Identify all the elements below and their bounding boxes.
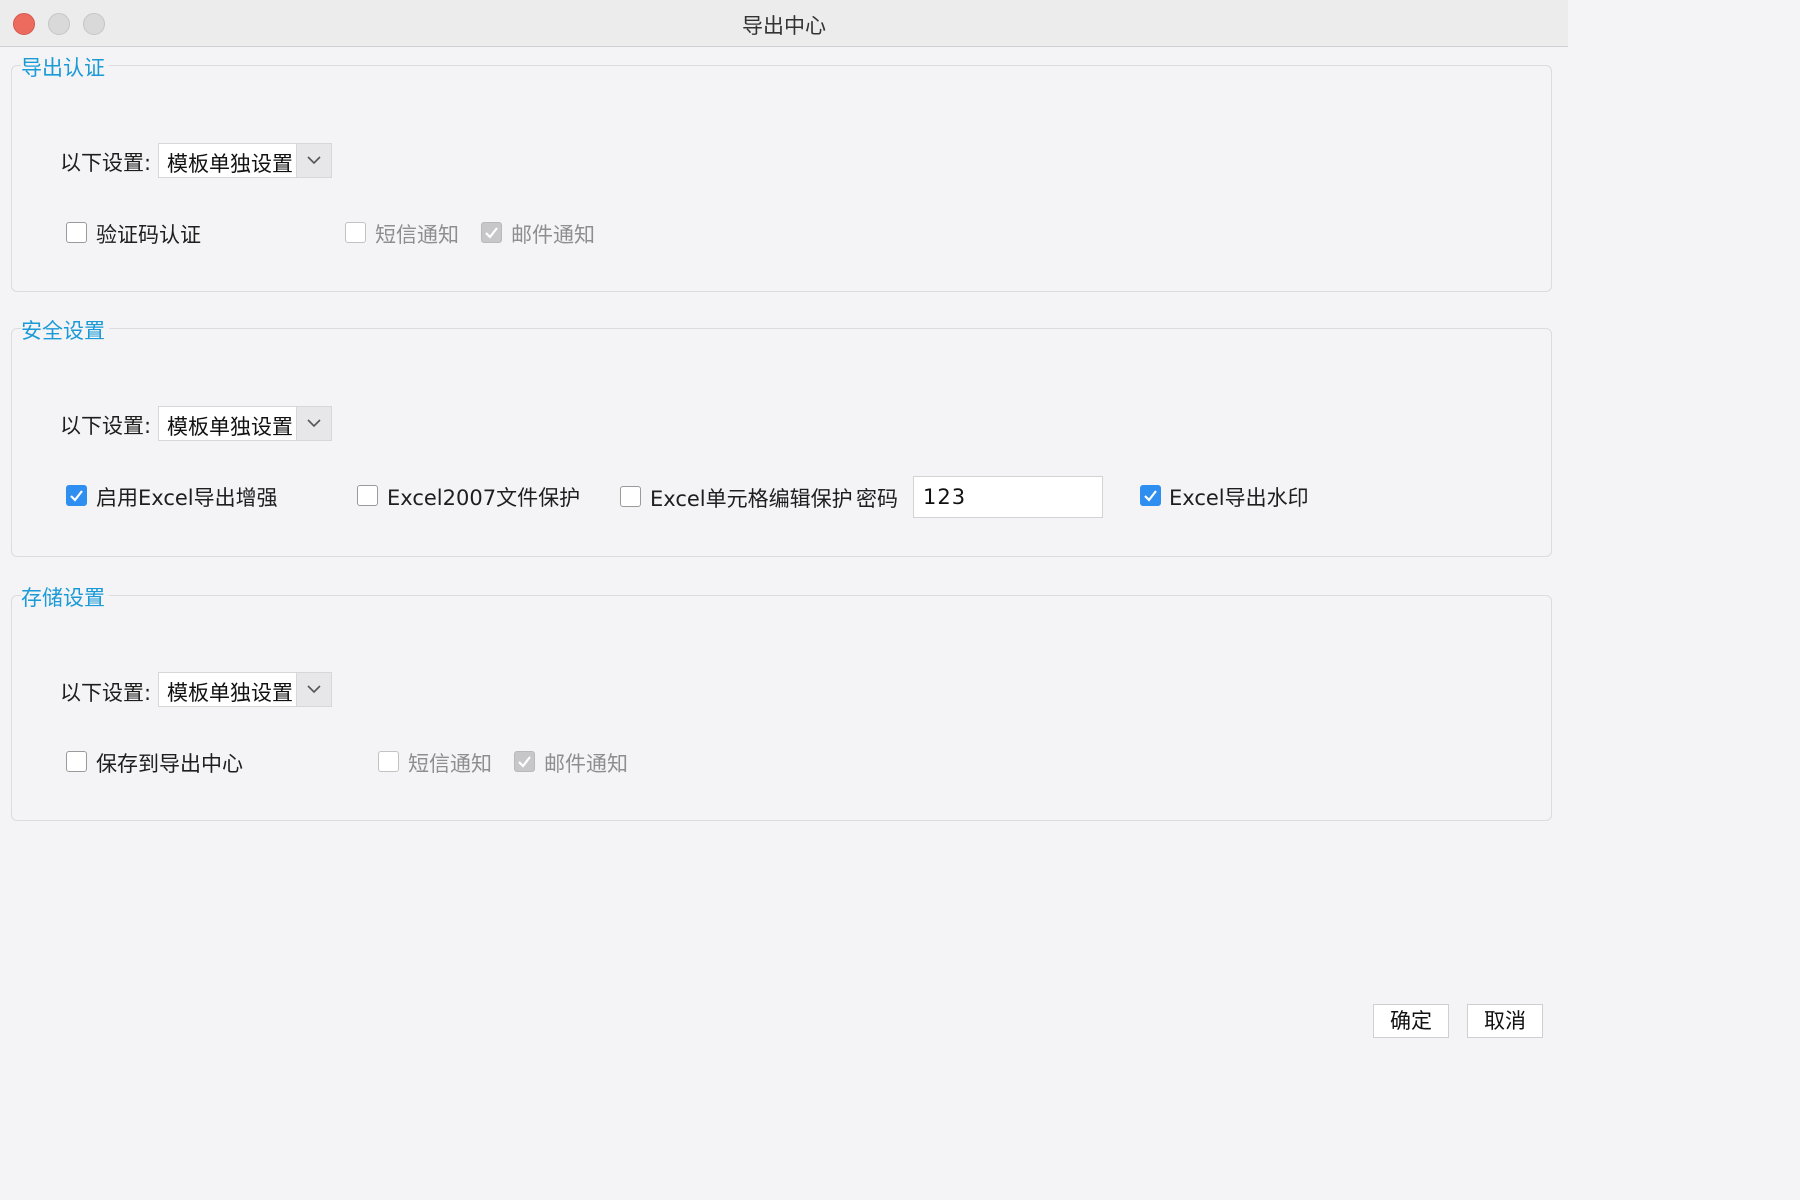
export-auth-sms-checkbox[interactable]	[345, 222, 366, 243]
security-group	[11, 328, 1552, 557]
security-setting-label: 以下设置:	[60, 414, 152, 438]
checkmark-icon	[518, 756, 531, 768]
captcha-auth-checkbox[interactable]	[66, 222, 87, 243]
excel-enhance-checkbox[interactable]	[66, 485, 87, 506]
checkmark-icon	[1144, 490, 1157, 502]
storage-sms-label: 短信通知	[408, 752, 492, 776]
save-to-center-label: 保存到导出中心	[96, 752, 243, 776]
cancel-button[interactable]: 取消	[1467, 1004, 1543, 1038]
watermark-checkbox[interactable]	[1140, 485, 1161, 506]
export-auth-sms-label: 短信通知	[375, 223, 459, 247]
chevron-down-icon[interactable]	[296, 144, 331, 177]
export-auth-setting-value: 模板单独设置	[167, 152, 293, 176]
storage-setting-label: 以下设置:	[60, 681, 152, 705]
checkmark-icon	[485, 227, 498, 239]
storage-group	[11, 595, 1552, 821]
watermark-label: Excel导出水印	[1169, 486, 1309, 510]
excel-enhance-label: 启用Excel导出增强	[96, 486, 278, 510]
storage-email-checkbox[interactable]	[514, 751, 535, 772]
export-auth-email-label: 邮件通知	[511, 223, 595, 247]
export-center-window: 导出中心 导出认证 以下设置: 模板单独设置 验证码认证 短信通知 邮件通知 安…	[0, 0, 1568, 1045]
password-input[interactable]: 123	[913, 476, 1103, 518]
window-title: 导出中心	[742, 14, 826, 38]
ok-button[interactable]: 确定	[1373, 1004, 1449, 1038]
storage-legend: 存储设置	[21, 582, 109, 612]
excel2007-protect-label: Excel2007文件保护	[387, 486, 581, 510]
password-value: 123	[923, 485, 967, 509]
security-setting-value: 模板单独设置	[167, 415, 293, 439]
storage-email-label: 邮件通知	[544, 752, 628, 776]
export-auth-email-checkbox[interactable]	[481, 222, 502, 243]
excel2007-protect-checkbox[interactable]	[357, 485, 378, 506]
password-label: 密码	[856, 487, 898, 511]
storage-setting-select[interactable]: 模板单独设置	[158, 672, 332, 707]
captcha-auth-label: 验证码认证	[96, 223, 201, 247]
export-auth-setting-label: 以下设置:	[60, 151, 152, 175]
security-setting-select[interactable]: 模板单独设置	[158, 406, 332, 441]
checkmark-icon	[70, 490, 83, 502]
export-auth-group	[11, 65, 1552, 292]
storage-setting-value: 模板单独设置	[167, 681, 293, 705]
export-auth-setting-select[interactable]: 模板单独设置	[158, 143, 332, 178]
save-to-center-checkbox[interactable]	[66, 751, 87, 772]
security-legend: 安全设置	[21, 315, 109, 345]
export-auth-legend: 导出认证	[21, 52, 109, 82]
storage-sms-checkbox[interactable]	[378, 751, 399, 772]
cell-protect-label: Excel单元格编辑保护	[650, 487, 853, 511]
title-bar: 导出中心	[0, 0, 1568, 47]
chevron-down-icon[interactable]	[296, 407, 331, 440]
cell-protect-checkbox[interactable]	[620, 486, 641, 507]
chevron-down-icon[interactable]	[296, 673, 331, 706]
